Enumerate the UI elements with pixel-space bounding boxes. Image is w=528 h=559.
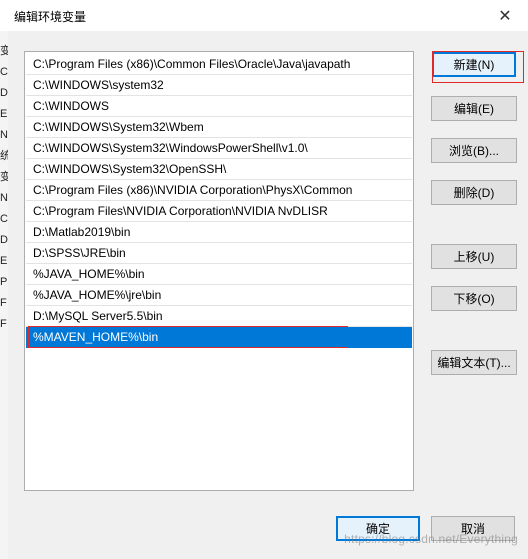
delete-button[interactable]: 删除(D) [431,180,517,205]
browse-button[interactable]: 浏览(B)... [431,138,517,163]
path-text: %MAVEN_HOME%\bin [33,330,159,344]
new-button[interactable]: 新建(N) [432,51,524,83]
list-item[interactable]: C:\WINDOWS [26,96,412,117]
edit-text-button[interactable]: 编辑文本(T)... [431,350,517,375]
list-item[interactable]: D:\MySQL Server5.5\bin [26,306,412,327]
path-text: C:\WINDOWS\System32\OpenSSH\ [33,162,227,176]
background-fragment: E [0,108,8,120]
watermark: https://blog.csdn.net/Everything [344,532,518,546]
move-up-button[interactable]: 上移(U) [431,244,517,269]
list-item[interactable]: C:\Program Files (x86)\NVIDIA Corporatio… [26,180,412,201]
list-item[interactable]: C:\WINDOWS\System32\Wbem [26,117,412,138]
delete-button-label: 删除(D) [453,186,495,200]
list-item[interactable]: %MAVEN_HOME%\bin [26,326,412,348]
path-text: C:\Program Files\NVIDIA Corporation\NVID… [33,204,328,218]
path-text: C:\Program Files (x86)\Common Files\Orac… [33,57,351,71]
path-text: D:\SPSS\JRE\bin [33,246,126,260]
list-item[interactable]: C:\WINDOWS\System32\OpenSSH\ [26,159,412,180]
background-fragment: D [0,87,8,99]
window-title: 编辑环境变量 [14,10,87,24]
edit-env-var-dialog: 编辑环境变量 ✕ C:\Program Files (x86)\Common F… [8,0,528,559]
close-button[interactable]: ✕ [482,0,528,31]
path-text: %JAVA_HOME%\bin [33,267,145,281]
path-text: %JAVA_HOME%\jre\bin [33,288,162,302]
path-text: D:\MySQL Server5.5\bin [33,309,163,323]
edit-button-label: 编辑(E) [454,102,494,116]
list-item[interactable]: D:\Matlab2019\bin [26,222,412,243]
list-item[interactable]: C:\WINDOWS\system32 [26,75,412,96]
list-item[interactable]: D:\SPSS\JRE\bin [26,243,412,264]
path-text: C:\WINDOWS\System32\Wbem [33,120,204,134]
list-item[interactable]: %JAVA_HOME%\jre\bin [26,285,412,306]
edit-text-button-label: 编辑文本(T)... [437,356,511,370]
background-fragment: E [0,255,8,267]
path-list[interactable]: C:\Program Files (x86)\Common Files\Orac… [24,51,414,491]
highlight-box [432,51,524,83]
background-fragment: F [0,297,7,309]
background-fragment: N [0,129,8,141]
list-item[interactable]: C:\Program Files (x86)\Common Files\Orac… [26,54,412,75]
background-fragment: N [0,192,8,204]
close-icon: ✕ [498,7,512,25]
title-bar: 编辑环境变量 ✕ [8,0,528,31]
path-text: C:\WINDOWS\system32 [33,78,164,92]
move-down-button[interactable]: 下移(O) [431,286,517,311]
background-fragment: C [0,66,8,78]
browse-button-label: 浏览(B)... [449,144,499,158]
path-text: C:\WINDOWS [33,99,109,113]
background-fragment: P [0,276,8,288]
path-text: C:\WINDOWS\System32\WindowsPowerShell\v1… [33,141,308,155]
background-fragment: F [0,318,7,330]
background-fragment: D [0,234,8,246]
edit-button[interactable]: 编辑(E) [431,96,517,121]
path-text: C:\Program Files (x86)\NVIDIA Corporatio… [33,183,353,197]
move-down-button-label: 下移(O) [453,292,495,306]
list-item[interactable]: C:\Program Files\NVIDIA Corporation\NVID… [26,201,412,222]
background-fragment: C [0,213,8,225]
move-up-button-label: 上移(U) [453,250,495,264]
list-item[interactable]: %JAVA_HOME%\bin [26,264,412,285]
list-item[interactable]: C:\WINDOWS\System32\WindowsPowerShell\v1… [26,138,412,159]
path-text: D:\Matlab2019\bin [33,225,131,239]
